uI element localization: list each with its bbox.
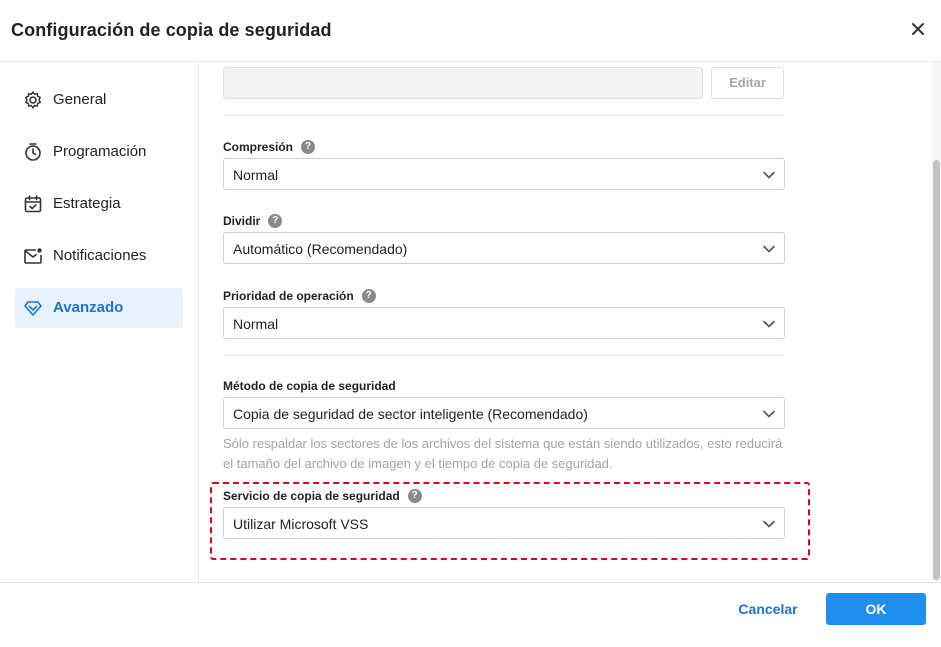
- calendar-check-icon: [24, 195, 42, 213]
- backup-method-value: Copia de seguridad de sector inteligente…: [233, 406, 588, 422]
- help-icon[interactable]: ?: [268, 213, 283, 228]
- backup-method-select[interactable]: Copia de seguridad de sector inteligente…: [223, 397, 785, 429]
- priority-label-text: Prioridad de operación: [223, 289, 354, 303]
- sidebar-item-general[interactable]: General: [15, 80, 183, 120]
- help-icon[interactable]: ?: [301, 139, 316, 154]
- chevron-down-icon: [763, 520, 775, 528]
- backup-method-hint: Sólo respaldar los sectores de los archi…: [223, 436, 783, 471]
- help-icon[interactable]: ?: [361, 288, 376, 303]
- sidebar-item-label: Programación: [53, 143, 147, 160]
- compression-label: Compresión?: [223, 139, 316, 154]
- split-value: Automático (Recomendado): [233, 241, 408, 257]
- close-button[interactable]: [909, 20, 929, 40]
- cancel-button[interactable]: Cancelar: [730, 593, 806, 625]
- help-icon[interactable]: ?: [407, 488, 422, 503]
- chevron-down-icon: [763, 320, 775, 328]
- backup-service-label-text: Servicio de copia de seguridad: [223, 489, 400, 503]
- diamond-icon: [24, 301, 42, 316]
- chevron-down-icon: [763, 171, 775, 179]
- sidebar-item-label: Notificaciones: [53, 247, 147, 264]
- backup-service-value: Utilizar Microsoft VSS: [233, 516, 369, 532]
- priority-label: Prioridad de operación?: [223, 288, 376, 303]
- sidebar-item-avanzado[interactable]: Avanzado: [15, 288, 183, 328]
- backup-settings-dialog: Configuración de copia de seguridad Gene…: [0, 0, 941, 647]
- timer-icon: [25, 143, 41, 161]
- section-divider: [223, 355, 785, 356]
- compression-value: Normal: [233, 167, 279, 183]
- section-divider: [223, 115, 785, 116]
- dialog-titlebar: Configuración de copia de seguridad: [0, 0, 941, 62]
- destination-field: [223, 67, 703, 99]
- sidebar-item-estrategia[interactable]: Estrategia: [15, 184, 183, 224]
- mail-notification-icon: [24, 248, 42, 264]
- dialog-title: Configuración de copia de seguridad: [11, 20, 332, 40]
- ok-button[interactable]: OK: [826, 593, 926, 625]
- sidebar-item-label: Avanzado: [53, 299, 124, 316]
- priority-value: Normal: [233, 316, 279, 332]
- sidebar-item-label: Estrategia: [53, 195, 121, 212]
- split-select[interactable]: Automático (Recomendado): [223, 232, 785, 264]
- sidebar-item-label: General: [53, 91, 107, 108]
- gear-icon: [25, 91, 41, 109]
- edit-button[interactable]: Editar: [711, 67, 784, 99]
- compression-select[interactable]: Normal: [223, 158, 785, 190]
- content-scrollbar[interactable]: [932, 62, 941, 582]
- chevron-down-icon: [763, 245, 775, 253]
- split-label-text: Dividir: [223, 214, 261, 228]
- backup-service-label: Servicio de copia de seguridad?: [223, 488, 422, 503]
- priority-select[interactable]: Normal: [223, 307, 785, 339]
- scrollbar-thumb[interactable]: [933, 160, 940, 580]
- compression-label-text: Compresión: [223, 140, 294, 154]
- dialog-footer: Cancelar OK: [0, 582, 941, 647]
- settings-content: Editar Compresión? Normal Dividir? Autom…: [200, 62, 931, 582]
- sidebar-item-programacion[interactable]: Programación: [15, 132, 183, 172]
- sidebar-item-notificaciones[interactable]: Notificaciones: [15, 236, 183, 276]
- backup-method-label: Método de copia de seguridad: [223, 379, 396, 393]
- sidebar: General Programación Estrategia Notifica…: [0, 62, 199, 582]
- backup-service-select[interactable]: Utilizar Microsoft VSS: [223, 507, 785, 539]
- split-label: Dividir?: [223, 213, 283, 228]
- chevron-down-icon: [763, 410, 775, 418]
- close-icon: [912, 23, 924, 35]
